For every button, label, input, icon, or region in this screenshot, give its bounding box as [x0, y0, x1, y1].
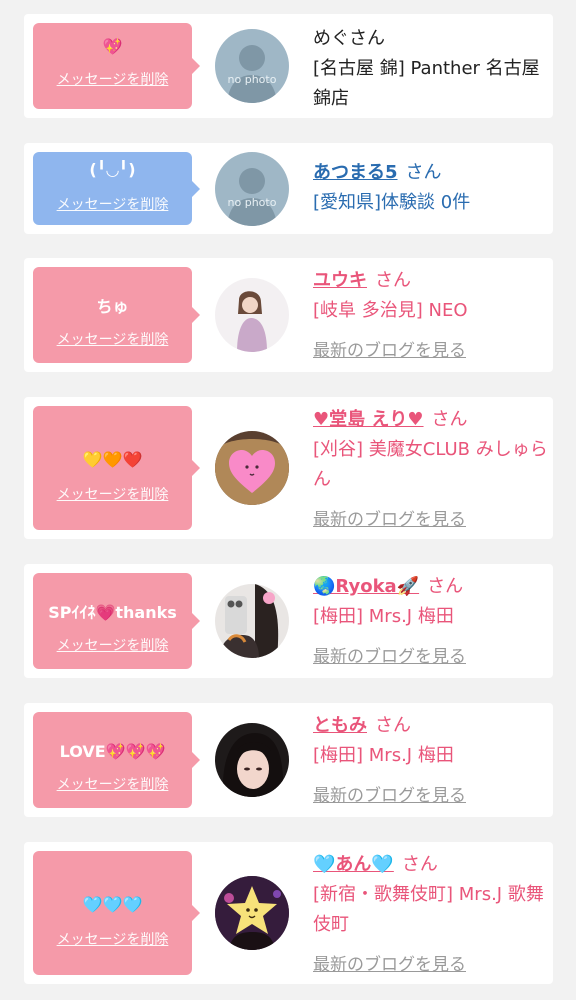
avatar[interactable] [215, 876, 289, 950]
sender-info: 🌏Ryoka🚀 さん [梅田] Mrs.J 梅田 [313, 572, 549, 632]
message-bubble: SPｲｲﾈ💗thanks メッセージを削除 [33, 573, 200, 669]
sender-name-line: 🌏Ryoka🚀 さん [313, 572, 549, 602]
sender-name-line: ともみ さん [313, 711, 549, 741]
shop-name: [梅田] Mrs.J 梅田 [313, 745, 454, 766]
sender-name: めぐさん [313, 28, 385, 49]
message-card: LOVE💖💖💖 メッセージを削除 ともみ さん [梅田] Mrs.J 梅田 最新の… [24, 703, 553, 817]
message-card: (╹◡╹) メッセージを削除 no photo あつまる5 さん [愛知県]体験談… [24, 143, 553, 234]
message-card: SPｲｲﾈ💗thanks メッセージを削除 🌏Ryoka🚀 さん [梅田] Mrs… [24, 564, 553, 678]
no-photo-icon: no photo [215, 29, 289, 103]
shop-name: [刈谷] 美魔女CLUB みしゅらん [313, 439, 548, 490]
no-photo-icon: no photo [215, 152, 289, 226]
message-text: (╹◡╹) [89, 160, 136, 179]
san-suffix: さん [405, 162, 442, 183]
girl-photo-phone-icon [215, 584, 289, 658]
message-bubble: 💛🧡❤️ メッセージを削除 [33, 406, 200, 530]
sender-info: あつまる5 さん [愛知県]体験談 0件 [313, 158, 549, 218]
sender-name-link[interactable]: あつまる5 [313, 162, 398, 183]
message-card: 🩵🩵🩵 メッセージを削除 🩵あん🩵 さん [新宿・歌舞伎町] Mrs.J 歌舞伎町… [24, 842, 553, 984]
avatar[interactable] [215, 431, 289, 505]
sender-name-link[interactable]: ♥堂島 えり♥ [313, 409, 424, 430]
shop-name: [新宿・歌舞伎町] Mrs.J 歌舞伎町 [313, 884, 544, 935]
message-text: LOVE💖💖💖 [59, 742, 166, 761]
shop-name: [名古屋 錦] Panther 名古屋錦店 [313, 58, 540, 109]
avatar[interactable]: no photo [215, 29, 289, 103]
delete-message-link[interactable]: メッセージを削除 [33, 776, 192, 794]
message-text: 💛🧡❤️ [82, 450, 143, 469]
sender-name-link[interactable]: 🌏Ryoka🚀 [313, 576, 419, 597]
san-suffix: さん [427, 576, 464, 597]
sender-name-link[interactable]: ユウキ [313, 270, 367, 291]
svg-text:no photo: no photo [228, 196, 277, 209]
message-bubble: ちゅ メッセージを削除 [33, 267, 200, 363]
blog-row: 最新のブログを見る [313, 781, 549, 811]
message-text: 💖 [102, 37, 123, 56]
san-suffix: さん [431, 409, 468, 430]
sender-name-line: ユウキ さん [313, 266, 549, 296]
message-text: 🩵🩵🩵 [82, 895, 143, 914]
girl-photo-face-icon [215, 723, 289, 797]
avatar[interactable] [215, 584, 289, 658]
shop-name: [梅田] Mrs.J 梅田 [313, 606, 454, 627]
delete-message-link[interactable]: メッセージを削除 [33, 931, 192, 949]
sender-info: ♥堂島 えり♥ さん [刈谷] 美魔女CLUB みしゅらん [313, 405, 549, 495]
delete-message-link[interactable]: メッセージを削除 [33, 637, 192, 655]
sender-info: めぐさん [名古屋 錦] Panther 名古屋錦店 [313, 24, 549, 114]
message-text: SPｲｲﾈ💗thanks [48, 603, 177, 622]
sender-name-line: あつまる5 さん [313, 158, 549, 188]
avatar[interactable]: no photo [215, 152, 289, 226]
avatar[interactable] [215, 278, 289, 352]
san-suffix: さん [375, 270, 411, 291]
message-bubble: (╹◡╹) メッセージを削除 [33, 152, 200, 225]
message-list: 💖 メッセージを削除 no photo めぐさん [名古屋 錦] Panther… [0, 0, 576, 1000]
message-card: 💖 メッセージを削除 no photo めぐさん [名古屋 錦] Panther… [24, 14, 553, 118]
delete-message-link[interactable]: メッセージを削除 [33, 331, 192, 349]
sender-info: 🩵あん🩵 さん [新宿・歌舞伎町] Mrs.J 歌舞伎町 [313, 850, 549, 940]
latest-blog-link[interactable]: 最新のブログを見る [313, 642, 549, 672]
blog-row: 最新のブログを見る [313, 336, 549, 366]
latest-blog-link[interactable]: 最新のブログを見る [313, 781, 549, 811]
san-suffix: さん [375, 715, 411, 736]
message-text: ちゅ [96, 297, 129, 316]
girl-photo-heart-icon [215, 431, 289, 505]
shop-name: [愛知県]体験談 0件 [313, 192, 471, 213]
avatar[interactable] [215, 723, 289, 797]
sender-name-line: 🩵あん🩵 さん [313, 850, 549, 880]
message-bubble: 💖 メッセージを削除 [33, 23, 200, 109]
latest-blog-link[interactable]: 最新のブログを見る [313, 505, 549, 535]
blog-row: 最新のブログを見る [313, 950, 549, 980]
shop-name: [岐阜 多治見] NEO [313, 300, 468, 321]
message-card: 💛🧡❤️ メッセージを削除 ♥堂島 えり♥ さん [刈谷] 美魔女CLUB みしゅ… [24, 397, 553, 539]
sender-name-line: ♥堂島 えり♥ さん [313, 405, 549, 435]
san-suffix: さん [401, 854, 438, 875]
delete-message-link[interactable]: メッセージを削除 [33, 196, 192, 214]
sender-name-link[interactable]: 🩵あん🩵 [313, 854, 394, 875]
sender-info: ユウキ さん [岐阜 多治見] NEO [313, 266, 549, 326]
latest-blog-link[interactable]: 最新のブログを見る [313, 336, 549, 366]
sender-name-link[interactable]: ともみ [313, 715, 367, 736]
latest-blog-link[interactable]: 最新のブログを見る [313, 950, 549, 980]
blog-row: 最新のブログを見る [313, 505, 549, 535]
delete-message-link[interactable]: メッセージを削除 [33, 71, 192, 89]
message-bubble: LOVE💖💖💖 メッセージを削除 [33, 712, 200, 808]
delete-message-link[interactable]: メッセージを削除 [33, 486, 192, 504]
girl-photo-star-icon [215, 876, 289, 950]
message-bubble: 🩵🩵🩵 メッセージを削除 [33, 851, 200, 975]
message-card: ちゅ メッセージを削除 ユウキ さん [岐阜 多治見] NEO 最新のブログを見る [24, 258, 553, 372]
girl-photo-icon [215, 278, 289, 352]
sender-info: ともみ さん [梅田] Mrs.J 梅田 [313, 711, 549, 771]
svg-text:no photo: no photo [228, 73, 277, 86]
blog-row: 最新のブログを見る [313, 642, 549, 672]
